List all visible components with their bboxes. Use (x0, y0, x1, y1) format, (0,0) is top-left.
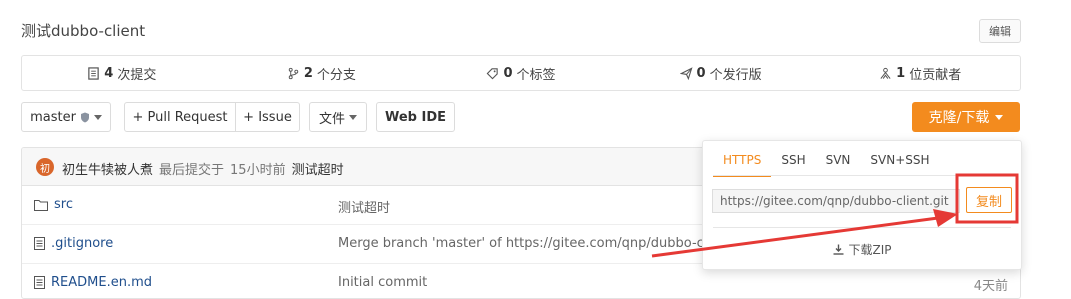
annotation-arrow-line (651, 216, 939, 258)
annotation-highlight-box (955, 173, 1019, 224)
annotation-arrow-head (933, 209, 958, 227)
annotation-overlay (651, 173, 1019, 258)
